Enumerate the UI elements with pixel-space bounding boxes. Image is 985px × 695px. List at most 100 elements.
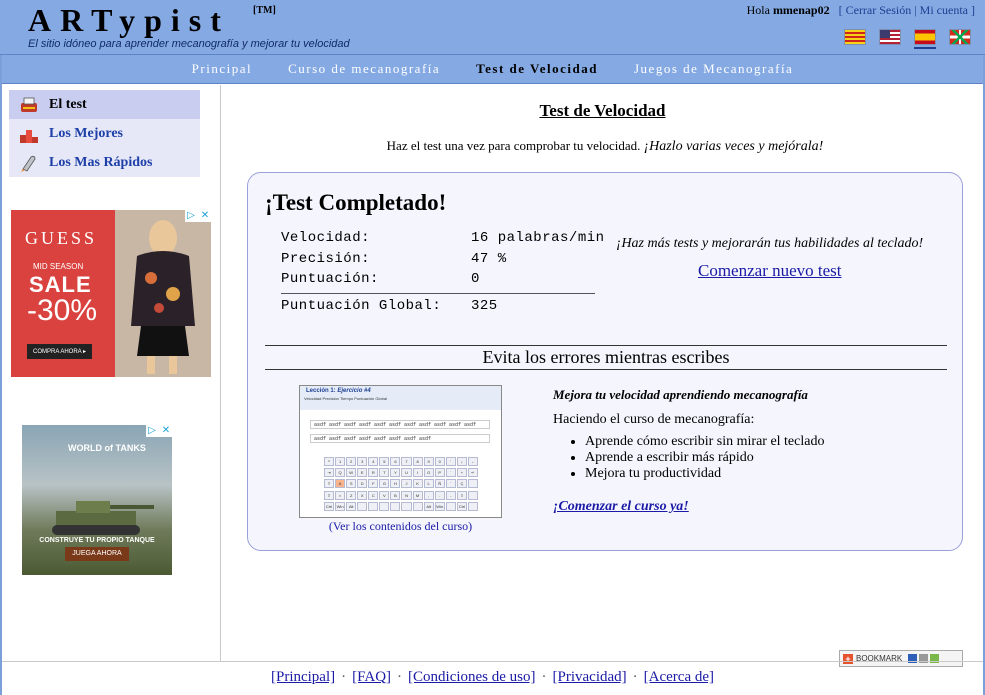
course-shot-keyboard: º 1 2 3 4 5 6 7 8 9 0 ' ¡ ← ⇥ Q W E R T Y U I O P ` + ↵ ⇪ A S D F G H J K L… [324,457,478,512]
trademark: [TM] [253,5,276,16]
avoid-errors-heading: Evita los errores mientras escribes [482,347,730,367]
promo-list: Aprende cómo escribir sin mirar el tecla… [585,434,943,482]
typewriter-icon [19,95,39,115]
header: ARTypist [TM] El sitio idóneo para apren… [0,0,985,55]
side-menu: El test Los Mejores Los Mas Rápidos [9,90,200,177]
speed-label: Velocidad: [281,230,371,247]
precision-value: 47 % [471,250,507,267]
divider-top [265,345,947,346]
course-shot-header: Lección 1: Ejercicio #4 Velocidad Precis… [300,386,501,410]
precision-label: Precisión: [281,250,371,267]
ad-brand: WORLD of TANKS [68,443,146,453]
us-flag-icon[interactable] [879,29,901,45]
lang-basque[interactable] [949,29,971,49]
catalan-flag-icon[interactable] [844,29,866,45]
stat-row-score: Puntuación: 0 [281,269,605,290]
link-separator: | [914,3,917,17]
result-box: ¡Test Completado! Velocidad: 16 palabras… [247,172,963,551]
greeting: Hola [746,3,770,17]
bracket-close: ] [971,3,975,17]
sidebar-item-label: El test [49,96,87,112]
stat-row-precision: Precisión: 47 % [281,249,605,270]
list-item: Aprende cómo escribir sin mirar el tecla… [585,434,943,450]
nav-principal[interactable]: Principal [192,61,252,77]
global-score-label: Puntuación Global: [281,297,442,314]
promo-subtitle: Haciendo el curso de mecanografía: [553,412,755,427]
new-test-link[interactable]: Comenzar nuevo test [698,261,842,281]
lang-english[interactable] [879,29,901,49]
podium-icon [19,124,39,144]
course-screenshot[interactable]: Lección 1: Ejercicio #4 Velocidad Precis… [299,385,502,518]
sidebar-item-los-mejores[interactable]: Los Mejores [9,119,200,148]
sidebar-item-label: Los Mas Rápidos [49,154,153,170]
site-logo[interactable]: ARTypist [28,2,230,39]
course-shot-line-1: asdf asdf asdf asdf asdf asdf asdf asdf … [310,420,490,429]
course-promo: Mejora tu velocidad aprendiendo mecanogr… [553,387,943,515]
footer: [Principal] · [FAQ] · [Condiciones de uso] ·[… [2,661,983,695]
logout-link[interactable]: Cerrar Sesión [846,3,912,17]
stat-row-global: Puntuación Global: 325 [281,296,605,317]
course-shot-line-2: asdf asdf asdf asdf asdf asdf asdf asdf [310,434,490,443]
guess-ad[interactable]: GUESS MID SEASON SALE -30% COMPRA AHORA … [11,210,211,377]
stat-row-speed: Velocidad: 16 palabras/min [281,228,605,249]
ad-choices[interactable]: ▷ ✕ [146,425,172,437]
tank-image [52,501,154,535]
language-flags [844,29,971,49]
intro-plain: Haz el test una vez para comprobar tu ve… [386,138,641,153]
list-item: Mejora tu productividad [585,466,943,482]
score-value: 0 [471,271,480,288]
rocket-icon [19,153,39,173]
footer-link-principal[interactable]: [Principal] [271,669,335,685]
basque-flag-icon[interactable] [949,29,971,45]
course-shot-meta: Velocidad Precisión Tiempo Puntuación Gl… [304,396,387,401]
close-icon[interactable]: ✕ [199,210,211,222]
intro-italic: ¡Hazlo varias veces y mejórala! [643,139,824,154]
bracket-open: [ [838,3,843,17]
world-of-tanks-ad[interactable]: WORLD of TANKS CONSTRUYE TU PROPIO TANQU… [22,425,172,575]
spain-flag-icon[interactable] [914,29,936,45]
ad-cta[interactable]: COMPRA AHORA ▸ [27,344,93,359]
global-score-value: 325 [471,297,498,314]
speed-value: 16 palabras/min [471,230,605,247]
main-content: Test de Velocidad Haz el test una vez pa… [222,85,983,661]
ad-line: MID SEASON [33,262,84,271]
close-icon[interactable]: ✕ [160,425,172,437]
ad-line: CONSTRUYE TU PROPIO TANQUE [39,537,155,544]
stats-divider [281,292,595,294]
footer-link-conditions[interactable]: [Condiciones de uso] [408,669,535,685]
adchoices-icon[interactable]: ▷ [185,210,197,222]
intro-text: Haz el test una vez para comprobar tu ve… [222,138,985,155]
start-course-link[interactable]: ¡Comenzar el curso ya! [553,499,943,515]
footer-link-privacy[interactable]: [Privacidad] [553,669,627,685]
lang-catalan[interactable] [844,29,866,49]
ad-cta[interactable]: JUEGA AHORA [65,547,129,561]
stats-table: Velocidad: 16 palabras/min Precisión: 47… [281,228,605,316]
user-box: Hola mmenap02 [ Cerrar Sesión | Mi cuent… [747,3,975,18]
adchoices-icon[interactable]: ▷ [146,425,158,437]
ad-model-image [131,220,195,374]
lang-spanish[interactable] [914,29,936,49]
username: mmenap02 [772,3,830,17]
list-item: Aprende a escribir más rápido [585,450,943,466]
result-title: ¡Test Completado! [265,190,447,215]
footer-link-faq[interactable]: [FAQ] [352,669,391,685]
tagline: El sitio idóneo para aprender mecanograf… [28,38,350,50]
sidebar-item-el-test[interactable]: El test [9,90,200,119]
course-shot-lesson: Lección 1: Ejercicio #4 [306,388,371,394]
sidebar: El test Los Mejores Los Mas Rápidos GUES… [2,85,221,661]
account-link[interactable]: Mi cuenta [920,3,968,17]
score-label: Puntuación: [281,271,379,288]
main-nav: Principal Curso de mecanografía Test de … [2,55,983,84]
nav-test-velocidad[interactable]: Test de Velocidad [476,61,598,77]
encourage-text: ¡Haz más tests y mejorarán tus habilidad… [616,236,924,251]
course-contents-link[interactable]: (Ver los contenidos del curso) [299,519,502,534]
footer-link-about[interactable]: [Acerca de] [644,669,714,685]
divider-bottom [265,369,947,370]
ad-choices[interactable]: ▷ ✕ [185,210,211,222]
nav-curso[interactable]: Curso de mecanografía [288,61,440,77]
nav-juegos[interactable]: Juegos de Mecanografía [634,61,793,77]
sidebar-item-los-mas-rapidos[interactable]: Los Mas Rápidos [9,148,200,177]
page-title: Test de Velocidad [539,101,666,120]
sidebar-item-label: Los Mejores [49,125,123,141]
ad-discount: -30% [27,294,98,327]
